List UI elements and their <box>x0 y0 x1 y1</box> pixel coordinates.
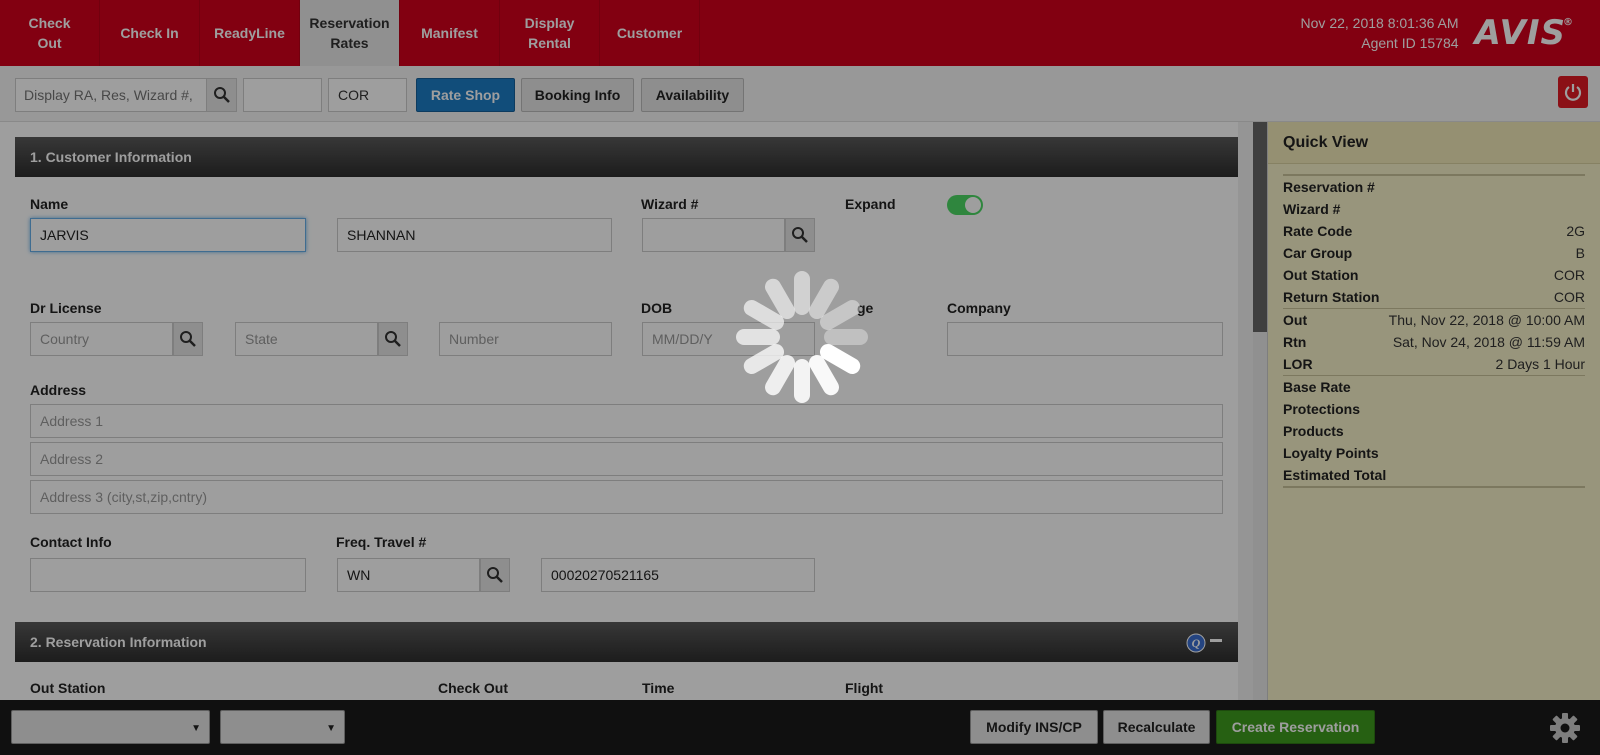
loading-overlay <box>0 0 1600 755</box>
spinner-segment <box>794 359 810 403</box>
spinner-segment <box>824 329 868 345</box>
spinner-segment <box>736 329 780 345</box>
spinner-segment <box>794 271 810 315</box>
